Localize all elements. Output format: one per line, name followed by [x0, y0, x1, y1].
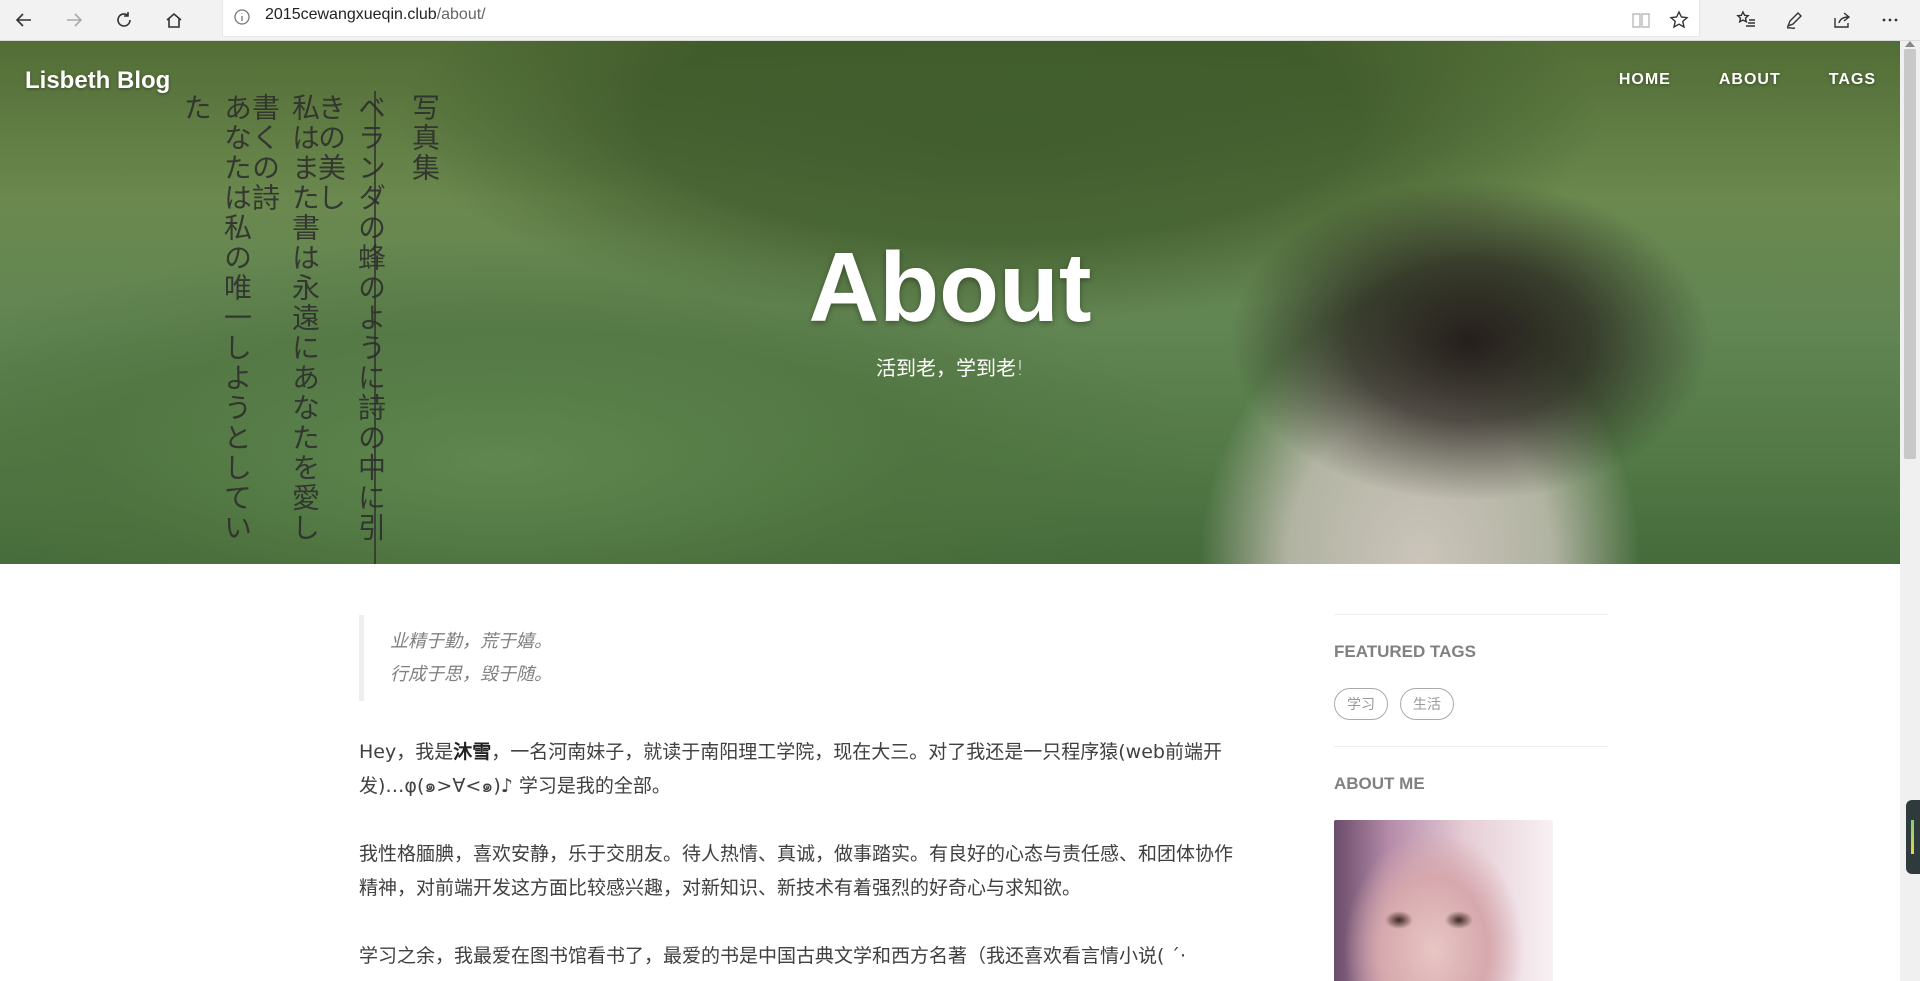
quote-line: 行成于思，毁于随。: [390, 664, 552, 685]
hero-header: 写真集 ベランダの蜂のように詩の中に引きの美し 私はまた書は永遠にあなたを愛し書…: [0, 41, 1900, 564]
reading-view-icon[interactable]: [1625, 4, 1657, 36]
scroll-thumb[interactable]: [1904, 49, 1916, 459]
paragraph: 我性格腼腆，喜欢安静，乐于交朋友。待人热情、真诚，做事踏实。有良好的心态与责任感…: [359, 843, 1234, 899]
blockquote: 业精于勤，荒于嬉。 行成于思，毁于随。: [359, 615, 1239, 701]
about-me-title: ABOUT ME: [1334, 774, 1425, 793]
page-subtitle: 活到老，学到老!: [875, 356, 1025, 380]
nav-tags[interactable]: TAGS: [1805, 71, 1876, 89]
nav-about[interactable]: ABOUT: [1695, 71, 1805, 89]
quote-line: 业精于勤，荒于嬉。: [390, 631, 552, 652]
avatar: [1334, 820, 1553, 981]
floating-widget[interactable]: [1906, 800, 1920, 874]
tag-life[interactable]: 生活: [1400, 688, 1454, 720]
widget-meter-icon: [1911, 820, 1914, 854]
share-icon[interactable]: [1826, 4, 1858, 36]
more-menu-icon[interactable]: [1874, 4, 1906, 36]
browser-toolbar: 2015cewangxueqin.club/about/: [0, 0, 1920, 41]
post-content: 业精于勤，荒于嬉。 行成于思，毁于随。 Hey，我是沐雪，一名河南妹子，就读于南…: [359, 615, 1239, 973]
divider: [1334, 614, 1608, 615]
nav-home[interactable]: HOME: [1595, 71, 1695, 89]
address-bar[interactable]: 2015cewangxueqin.club/about/: [222, 0, 1700, 37]
forward-icon[interactable]: [58, 4, 90, 36]
favorites-list-icon[interactable]: [1730, 4, 1762, 36]
site-nav: HOME ABOUT TAGS: [1595, 71, 1876, 89]
featured-tags-title: FEATURED TAGS: [1334, 642, 1476, 661]
page-title: About: [808, 232, 1092, 342]
author-name: 沐雪: [453, 741, 492, 763]
pen-notes-icon[interactable]: [1778, 4, 1810, 36]
divider: [1334, 746, 1608, 747]
sidebar: FEATURED TAGS 学习 生活 ABOUT ME: [1334, 614, 1608, 981]
tag-list: 学习 生活: [1334, 688, 1608, 720]
hero-vertical-text: 写真集: [408, 93, 441, 183]
refresh-icon[interactable]: [108, 4, 140, 36]
scroll-up-icon[interactable]: [1905, 41, 1915, 47]
paragraph: Hey，我是沐雪，一名河南妹子，就读于南阳理工学院，现在大三。对了我还是一只程序…: [359, 741, 1222, 797]
back-icon[interactable]: [8, 4, 40, 36]
site-brand[interactable]: Lisbeth Blog: [25, 67, 170, 95]
url-text[interactable]: 2015cewangxueqin.club/about/: [265, 6, 486, 24]
paragraph: 学习之余，我最爱在图书馆看书了，最爱的书是中国古典文学和西方名著（我还喜欢看言情…: [359, 945, 1186, 967]
favorite-star-icon[interactable]: [1663, 4, 1695, 36]
tag-study[interactable]: 学习: [1334, 688, 1388, 720]
home-icon[interactable]: [158, 4, 190, 36]
info-icon[interactable]: [233, 8, 251, 26]
